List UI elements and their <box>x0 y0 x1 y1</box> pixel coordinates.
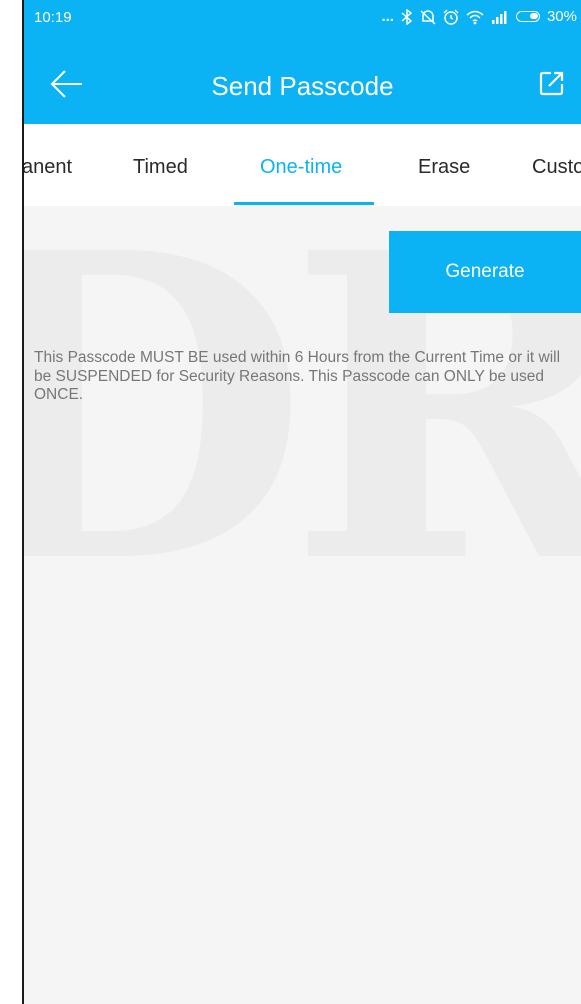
status-bar: 10:19 ... 30% <box>24 0 581 38</box>
battery-percent: 30% <box>546 8 577 25</box>
alarm-icon <box>443 9 459 25</box>
more-dots-icon: ... <box>381 8 394 25</box>
share-button[interactable] <box>537 68 567 98</box>
generate-button[interactable]: Generate <box>389 231 581 313</box>
window-border <box>22 0 24 1004</box>
passcode-display <box>24 231 388 313</box>
status-icons: ... 30% <box>381 8 577 25</box>
status-time: 10:19 <box>34 9 72 26</box>
app-bar: Send Passcode <box>24 38 581 124</box>
page-title: Send Passcode <box>211 71 394 101</box>
phone-screen: 10:19 ... 30% Send Passcode anent Timed … <box>24 0 581 1004</box>
bluetooth-icon <box>401 8 413 25</box>
share-icon <box>539 71 564 96</box>
signal-icon <box>491 10 507 24</box>
wifi-icon <box>466 10 484 24</box>
do-not-disturb-icon <box>420 9 436 25</box>
battery-icon <box>515 11 540 22</box>
passcode-notice: This Passcode MUST BE used within 6 Hour… <box>34 349 561 404</box>
window-margin <box>0 0 22 1004</box>
